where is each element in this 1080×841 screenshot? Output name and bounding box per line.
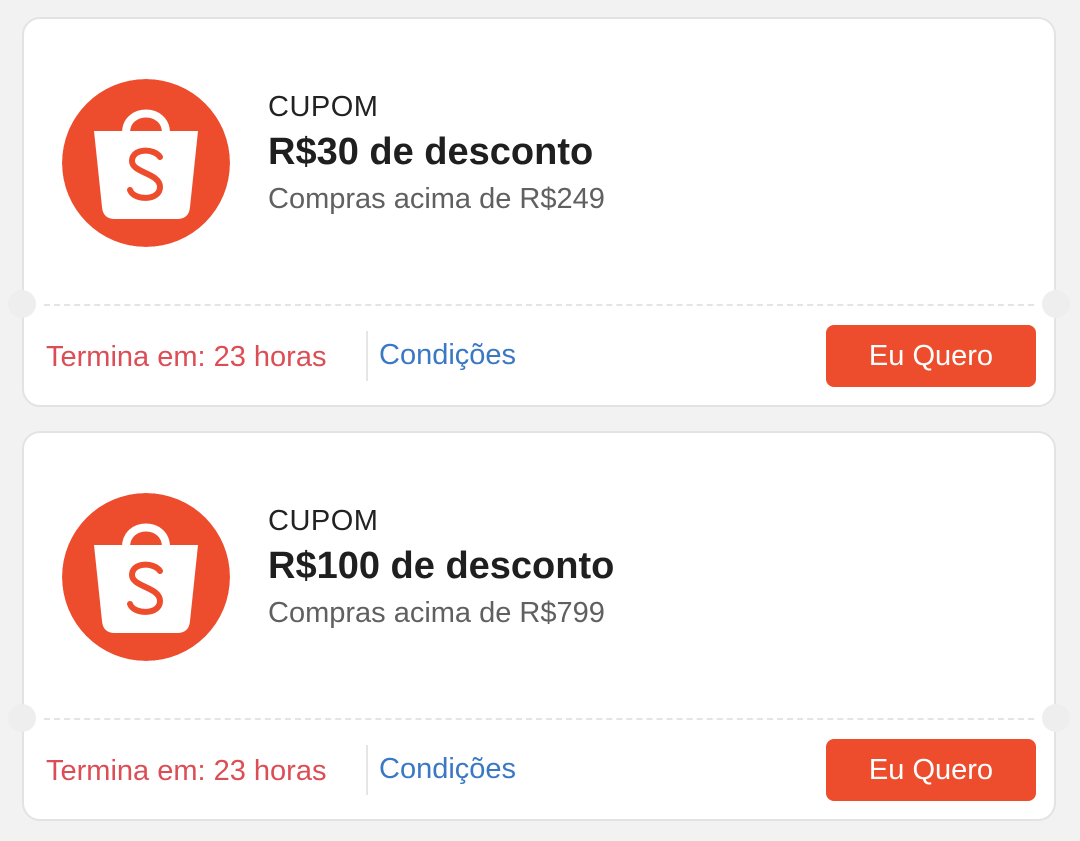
ticket-notch-right <box>1042 704 1070 732</box>
conditions-link[interactable]: Condições <box>379 337 516 373</box>
coupon-footer: Termina em: 23 horas Condições Eu Quero <box>24 317 1054 407</box>
vertical-separator <box>366 745 368 795</box>
expiry-text: Termina em: 23 horas <box>46 341 327 373</box>
conditions-link[interactable]: Condições <box>379 751 516 787</box>
coupon-info: CUPOM R$30 de desconto Compras acima de … <box>268 89 605 217</box>
ticket-notch-right <box>1042 290 1070 318</box>
vertical-separator <box>366 331 368 381</box>
expiry-text: Termina em: 23 horas <box>46 755 327 787</box>
coupon-title: R$100 de desconto <box>268 545 615 587</box>
ticket-notch-left <box>8 290 36 318</box>
coupon-min-purchase: Compras acima de R$799 <box>268 597 605 629</box>
coupon-card: CUPOM R$30 de desconto Compras acima de … <box>8 17 1070 407</box>
coupon-label: CUPOM <box>268 505 379 537</box>
shopee-bag-icon <box>62 493 230 661</box>
coupon-label: CUPOM <box>268 91 379 123</box>
claim-button[interactable]: Eu Quero <box>826 739 1036 801</box>
dashed-divider <box>44 304 1034 306</box>
coupon-min-purchase: Compras acima de R$249 <box>268 183 605 215</box>
ticket-notch-left <box>8 704 36 732</box>
claim-button[interactable]: Eu Quero <box>826 325 1036 387</box>
dashed-divider <box>44 718 1034 720</box>
coupon-footer: Termina em: 23 horas Condições Eu Quero <box>24 731 1054 821</box>
coupon-title: R$30 de desconto <box>268 131 594 173</box>
coupon-card: CUPOM R$100 de desconto Compras acima de… <box>8 431 1070 821</box>
shopee-bag-icon <box>62 79 230 247</box>
coupon-info: CUPOM R$100 de desconto Compras acima de… <box>268 503 614 631</box>
